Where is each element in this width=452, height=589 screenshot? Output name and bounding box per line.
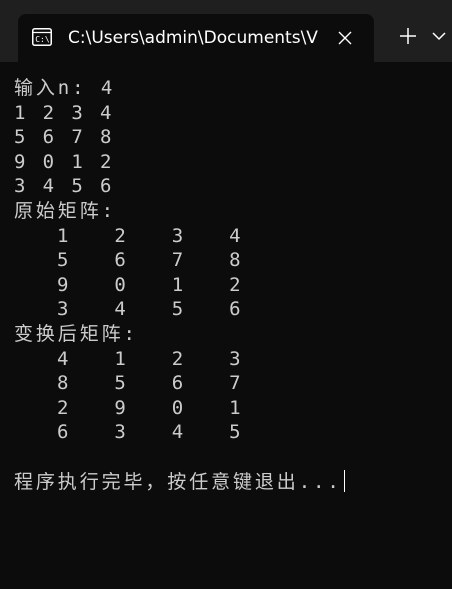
- output-line: 3 4 5 6: [14, 175, 115, 198]
- output-line: 8 5 6 7: [14, 372, 244, 395]
- output-line: 9 0 1 2: [14, 150, 115, 173]
- svg-text:C:\: C:\: [35, 35, 50, 44]
- output-line: 6 3 4 5: [14, 421, 244, 444]
- output-line: 原始矩阵:: [14, 199, 116, 222]
- chevron-down-icon[interactable]: [431, 25, 452, 47]
- terminal-window: C:\ C:\Users\admin\Documents\V 输入n: 4 1 …: [0, 0, 452, 589]
- prompt-text: 程序执行完毕，按任意键退出...: [14, 470, 342, 493]
- text-cursor: [343, 469, 345, 492]
- plus-icon[interactable]: [397, 25, 419, 47]
- output-line: 9 0 1 2: [14, 273, 244, 296]
- output-line: 4 1 2 3: [14, 347, 244, 370]
- output-line: 3 4 5 6: [14, 298, 244, 321]
- output-line: 变换后矩阵:: [14, 322, 138, 345]
- output-line: 1 2 3 4: [14, 224, 244, 247]
- title-bar: C:\ C:\Users\admin\Documents\V: [0, 0, 452, 62]
- output-line: 输入n: 4: [14, 77, 116, 99]
- tab-title: C:\Users\admin\Documents\V: [68, 28, 318, 48]
- terminal-output[interactable]: 输入n: 4 1 2 3 4 5 6 7 8 9 0 1 2 3 4 5 6 原…: [14, 76, 444, 576]
- active-tab[interactable]: C:\ C:\Users\admin\Documents\V: [18, 14, 374, 62]
- output-line: 程序执行完毕，按任意键退出...: [14, 469, 444, 495]
- output-line: 1 2 3 4: [14, 101, 115, 124]
- close-icon[interactable]: [334, 27, 356, 49]
- output-line: 2 9 0 1: [14, 396, 244, 419]
- output-line: 5 6 7 8: [14, 126, 115, 149]
- terminal-icon: C:\: [32, 28, 52, 46]
- output-line: 5 6 7 8: [14, 249, 244, 272]
